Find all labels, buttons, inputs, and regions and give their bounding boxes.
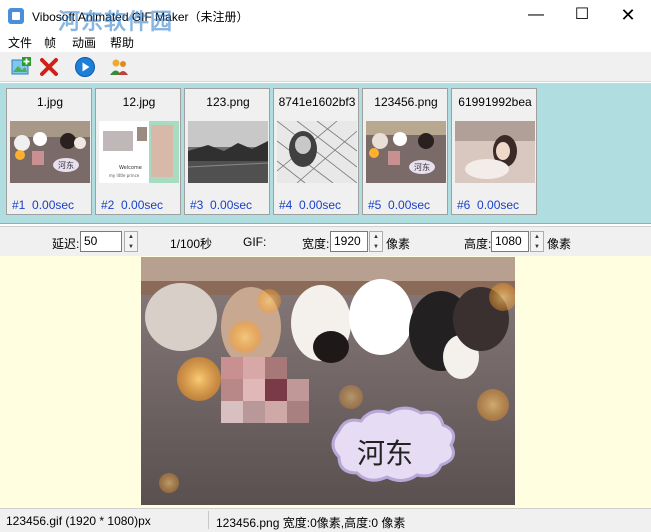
frame-image: 河东 [366,121,446,183]
frame-filename: 123.png [206,95,250,109]
svg-text:my little prince: my little prince [109,173,140,178]
preview-area: 河东 [0,256,651,508]
status-bar: 123456.gif (1920 * 1080)px 123456.png 宽度… [0,508,651,532]
frame-thumbnail[interactable]: 123.png #3 0.00sec [184,88,270,215]
play-icon [75,57,95,77]
frame-image [277,121,357,183]
minimize-button[interactable]: — [513,0,559,32]
frame-image: Welcome my little prince [99,121,179,183]
frame-thumbnail[interactable]: 1.jpg 河东 #1 0.00sec [6,88,92,215]
maximize-button[interactable]: ☐ [559,0,605,32]
status-divider [208,511,209,529]
delete-frame-button[interactable] [38,56,60,78]
frame-thumbnail[interactable]: 123456.png 河东 #5 0.00sec [362,88,448,215]
title-bar: Vibosoft Animated GIF Maker（未注册） 河东软件园 —… [0,0,651,34]
add-image-icon [11,57,31,75]
frame-info: #3 0.00sec [190,198,253,212]
spinner-down-icon[interactable]: ▼ [531,242,543,252]
spinner-up-icon[interactable]: ▲ [531,232,543,242]
toolbar [0,52,651,82]
people-button[interactable] [108,56,130,78]
svg-text:河东: 河东 [58,160,74,170]
menu-help[interactable]: 帮助 [110,34,134,51]
status-gif-info: 123456.gif (1920 * 1080)px [6,514,151,528]
menu-animation[interactable]: 动画 [72,34,96,51]
menu-file[interactable]: 文件 [8,34,32,51]
width-label: 宽度: [302,237,330,251]
height-unit: 像素 [547,237,572,251]
delay-label: 延迟: [52,237,80,251]
frame-image [188,121,268,183]
menu-frame[interactable]: 帧 [44,34,56,51]
frame-thumbnail[interactable]: 61991992bea #6 0.00sec [451,88,537,215]
frame-thumbnail[interactable]: 12.jpg Welcome my little prince #2 0.00s… [95,88,181,215]
spinner-down-icon[interactable]: ▼ [370,242,382,252]
svg-text:Welcome: Welcome [119,165,142,171]
add-frame-button[interactable] [10,56,32,78]
app-icon [8,8,24,24]
close-button[interactable]: ✕ [605,0,651,32]
svg-text:河东: 河东 [414,162,430,172]
frame-info: #2 0.00sec [101,198,164,212]
play-button[interactable] [74,56,96,78]
delete-icon [40,58,58,76]
frame-info: #5 0.00sec [368,198,431,212]
spinner-up-icon[interactable]: ▲ [370,232,382,242]
menu-bar: 文件 帧 动画 帮助 [0,32,651,52]
frame-thumbnail[interactable]: 8741e1602bf3 #4 0.00sec [273,88,359,215]
delay-unit: 1/100秒 [170,237,213,251]
frame-image [455,121,535,183]
settings-bar: 延迟: 50 ▲ ▼ 1/100秒 GIF: 宽度: 1920 ▲ ▼ 像素 高度:… [0,226,651,256]
height-spinner[interactable]: ▲ ▼ [530,231,544,252]
height-label: 高度: [464,237,492,251]
status-frame-info: 123456.png 宽度:0像素,高度:0 像素 [216,516,406,530]
frame-strip[interactable]: 1.jpg 河东 #1 0.00sec 12.jpg Welcome my li… [0,83,651,224]
width-spinner[interactable]: ▲ ▼ [369,231,383,252]
spinner-down-icon[interactable]: ▼ [125,242,137,252]
width-unit: 像素 [386,237,411,251]
preview-image: 河东 [141,257,515,505]
gif-label: GIF: [243,235,267,249]
spinner-up-icon[interactable]: ▲ [125,232,137,242]
frame-filename: 61991992bea [458,95,532,109]
frame-filename: 12.jpg [122,95,156,109]
frame-filename: 1.jpg [36,95,64,109]
people-icon [110,59,128,75]
frame-image: 河东 [10,121,90,183]
frame-info: #4 0.00sec [279,198,342,212]
frame-info: #6 0.00sec [457,198,520,212]
frame-filename: 8741e1602bf3 [278,95,356,109]
delay-input[interactable]: 50 [80,231,122,252]
preview-caption: 河东 [357,437,413,470]
frame-filename: 123456.png [374,95,438,109]
width-input[interactable]: 1920 [330,231,368,252]
delay-spinner[interactable]: ▲ ▼ [124,231,138,252]
frame-info: #1 0.00sec [12,198,75,212]
height-input[interactable]: 1080 [491,231,529,252]
